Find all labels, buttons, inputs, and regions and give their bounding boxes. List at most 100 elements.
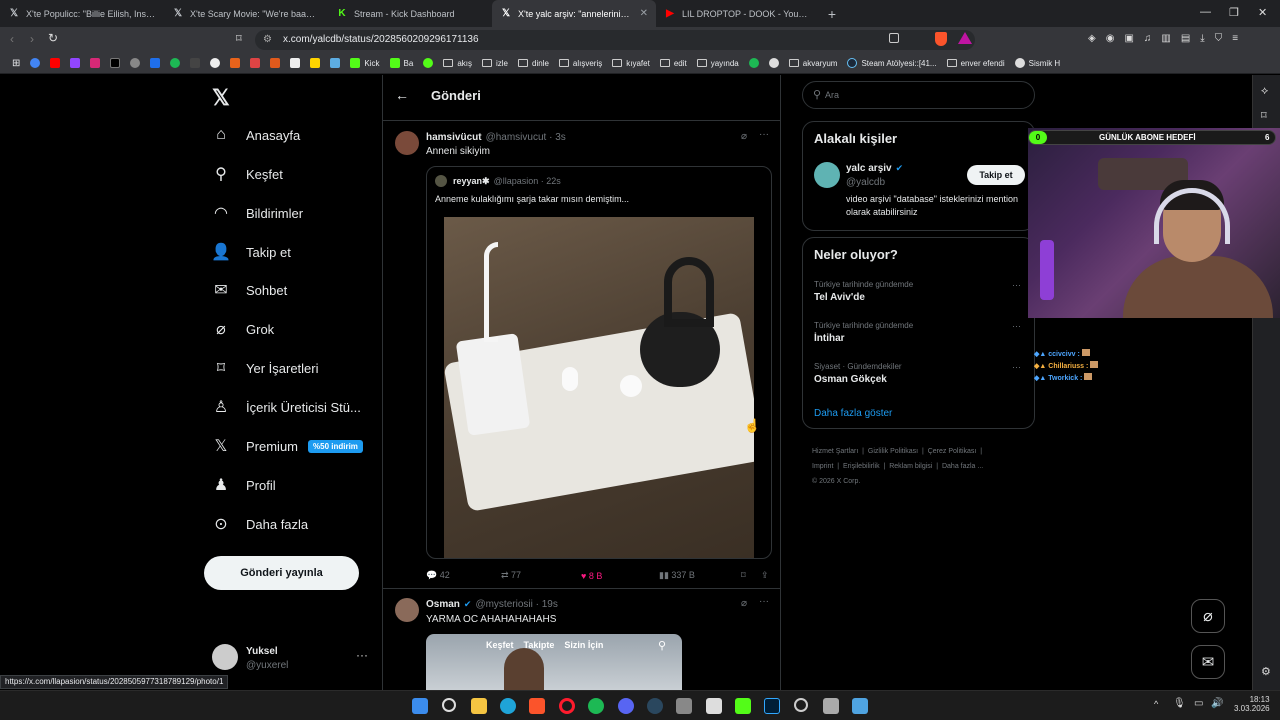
footer-link[interactable]: Gizlilik Politikası (868, 448, 918, 455)
avatar[interactable] (814, 162, 840, 188)
show-more-link[interactable]: Daha fazla göster (814, 408, 892, 419)
footer-link[interactable]: Daha fazla ... (942, 463, 983, 470)
settings-icon[interactable]: ⚙ (1261, 665, 1271, 678)
more-icon[interactable]: ··· (1012, 280, 1021, 290)
tweet-author-handle[interactable]: @hamsivucut · 3s (486, 132, 566, 143)
menu-icon[interactable]: ≡ (1232, 33, 1238, 47)
opera-icon[interactable] (559, 698, 575, 714)
tweet-author-name[interactable]: hamsivücut (426, 132, 482, 143)
nav-follow[interactable]: 👤 Takip et (211, 243, 291, 261)
nav-home[interactable]: ⌂ Anasayfa (212, 126, 300, 144)
more-icon[interactable]: ··· (759, 596, 769, 607)
clock[interactable]: 18:13 3.03.2026 (1234, 695, 1270, 713)
download-icon[interactable]: ⤓ (1200, 33, 1204, 47)
search-input[interactable]: ⚲ Ara (802, 81, 1035, 109)
nav-profile[interactable]: ♟ Profil (212, 476, 276, 494)
reply-button[interactable]: 💬 42 (426, 570, 501, 581)
bookmark-site-icon[interactable] (230, 58, 241, 68)
trend-item[interactable]: Türkiye tarihinde gündemde İntihar ··· (814, 321, 1026, 344)
more-icon[interactable]: ··· (356, 648, 368, 662)
nav-premium[interactable]: 𝕏 Premium %50 indirim (212, 437, 363, 455)
file-explorer-icon[interactable] (471, 698, 487, 714)
nav-chat[interactable]: ✉ Sohbet (212, 281, 287, 299)
follow-button[interactable]: Takip et (967, 165, 1025, 185)
bookmark-site-icon[interactable] (423, 58, 434, 68)
reload-icon[interactable]: ↻ (48, 31, 58, 45)
microphone-icon[interactable]: 🎙 (1173, 698, 1186, 709)
tweet[interactable]: hamsivücut @hamsivucut · 3s ⌀ ··· Anneni… (383, 121, 780, 589)
github-icon[interactable] (130, 58, 141, 68)
x-home-logo-icon[interactable]: 𝕏 (212, 85, 230, 111)
extension-icon[interactable]: ▣ (1124, 33, 1133, 47)
more-icon[interactable]: ··· (759, 129, 769, 140)
ai-chat-icon[interactable]: ⟡ (1261, 85, 1268, 98)
bookmarks-panel-icon[interactable]: ⌑ (1261, 109, 1267, 122)
minimize-icon[interactable]: — (1200, 6, 1211, 18)
bookmark-site-icon[interactable] (330, 58, 341, 68)
bookmark-site-icon[interactable] (290, 58, 301, 68)
share-icon[interactable]: ⇪ (761, 570, 769, 581)
tweet[interactable]: Osman ✔ @mysteriosii · 19s ⌀ ··· YARMA O… (383, 590, 780, 690)
bookmark-folder[interactable]: izle (481, 59, 508, 68)
grok-fab[interactable]: ⌀ (1191, 599, 1225, 633)
restore-icon[interactable]: ❐ (1229, 6, 1239, 19)
calculator-icon[interactable] (676, 698, 692, 714)
nav-bookmarks[interactable]: ⌑ Yer İşaretleri (212, 359, 319, 377)
footer-link[interactable]: Çerez Politikası (928, 448, 977, 455)
repost-button[interactable]: ⇄ 77 (501, 570, 581, 581)
wallet-icon[interactable]: ▤ (1181, 33, 1190, 47)
grok-icon[interactable]: ⌀ (741, 131, 747, 142)
tweet-author-handle[interactable]: @mysteriosii · 19s (475, 599, 557, 610)
avatar[interactable] (395, 598, 419, 622)
volume-icon[interactable]: 🔊 (1211, 698, 1223, 709)
close-tab-icon[interactable]: ✕ (640, 8, 648, 19)
related-handle[interactable]: @yalcdb (846, 177, 885, 188)
app-icon[interactable] (852, 698, 868, 714)
bookmark-folder[interactable]: edit (659, 59, 687, 68)
post-button[interactable]: Gönderi yayınla (204, 556, 359, 590)
more-icon[interactable]: ··· (1012, 321, 1021, 331)
bookmark-folder[interactable]: enver efendi (946, 59, 1005, 68)
browser-tab[interactable]: 𝕏X'te Scary Movie: "We're baaaaaack (164, 0, 328, 27)
nav-notifications[interactable]: ◠ Bildirimler (212, 204, 303, 222)
brave-shield-icon[interactable] (935, 32, 947, 46)
nav-explore[interactable]: ⚲ Keşfet (212, 165, 283, 183)
url-field[interactable]: ⚙ x.com/yalcdb/status/202856020929617113… (255, 30, 975, 50)
nav-grok[interactable]: ⌀ Grok (212, 320, 274, 338)
bookmark-site-icon[interactable] (170, 58, 181, 68)
browser-tab-active[interactable]: 𝕏X'te yalc arşiv: "annelerinin doğu✕ (492, 0, 656, 27)
bookmark-ba[interactable]: Ba (389, 58, 413, 68)
youtube-icon[interactable] (50, 58, 61, 68)
footer-link[interactable]: Reklam bilgisi (889, 463, 932, 470)
grok-icon[interactable]: ⌀ (741, 598, 747, 609)
x-logo-icon[interactable] (110, 58, 121, 68)
footer-link[interactable]: Erişilebilirlik (843, 463, 880, 470)
forward-icon[interactable]: › (30, 32, 34, 46)
bookmark-site-icon[interactable] (748, 58, 759, 68)
avatar[interactable] (395, 131, 419, 155)
bookmark-page-icon[interactable]: ⌑ (236, 32, 242, 45)
photoshop-icon[interactable] (764, 698, 780, 714)
bookmark-folder[interactable]: alışveriş (558, 59, 602, 68)
bookmark-site-icon[interactable] (190, 58, 201, 68)
kick-app-icon[interactable] (735, 698, 751, 714)
footer-link[interactable]: Hizmet Şartları (812, 448, 858, 455)
bookmark-folder[interactable]: akvaryum (788, 59, 837, 68)
bookmark-folder[interactable]: kıyafet (612, 59, 650, 68)
extension-icon[interactable]: ◉ (1106, 33, 1115, 47)
new-tab-button[interactable]: + (820, 0, 844, 27)
windows-start-icon[interactable] (412, 698, 428, 714)
browser-tab[interactable]: 𝕏X'te Populicc: "Billie Eilish, Instagra… (0, 0, 164, 27)
steam-icon[interactable] (647, 698, 663, 714)
bookmark-site-icon[interactable] (210, 58, 221, 68)
spotify-icon[interactable] (588, 698, 604, 714)
bookmark-folder[interactable]: dinle (518, 59, 549, 68)
discord-icon[interactable] (618, 698, 634, 714)
nav-creator-studio[interactable]: ♙ İçerik Üreticisi Stü... (212, 398, 361, 416)
obs-icon[interactable] (794, 698, 808, 712)
network-icon[interactable]: ▭ (1194, 698, 1203, 709)
nav-more[interactable]: ⊙ Daha fazla (212, 515, 308, 533)
related-name[interactable]: yalc arşiv (846, 163, 892, 174)
account-switcher[interactable]: Yuksel @yuxerel ··· (210, 642, 380, 674)
tweet-photo[interactable] (444, 217, 754, 558)
